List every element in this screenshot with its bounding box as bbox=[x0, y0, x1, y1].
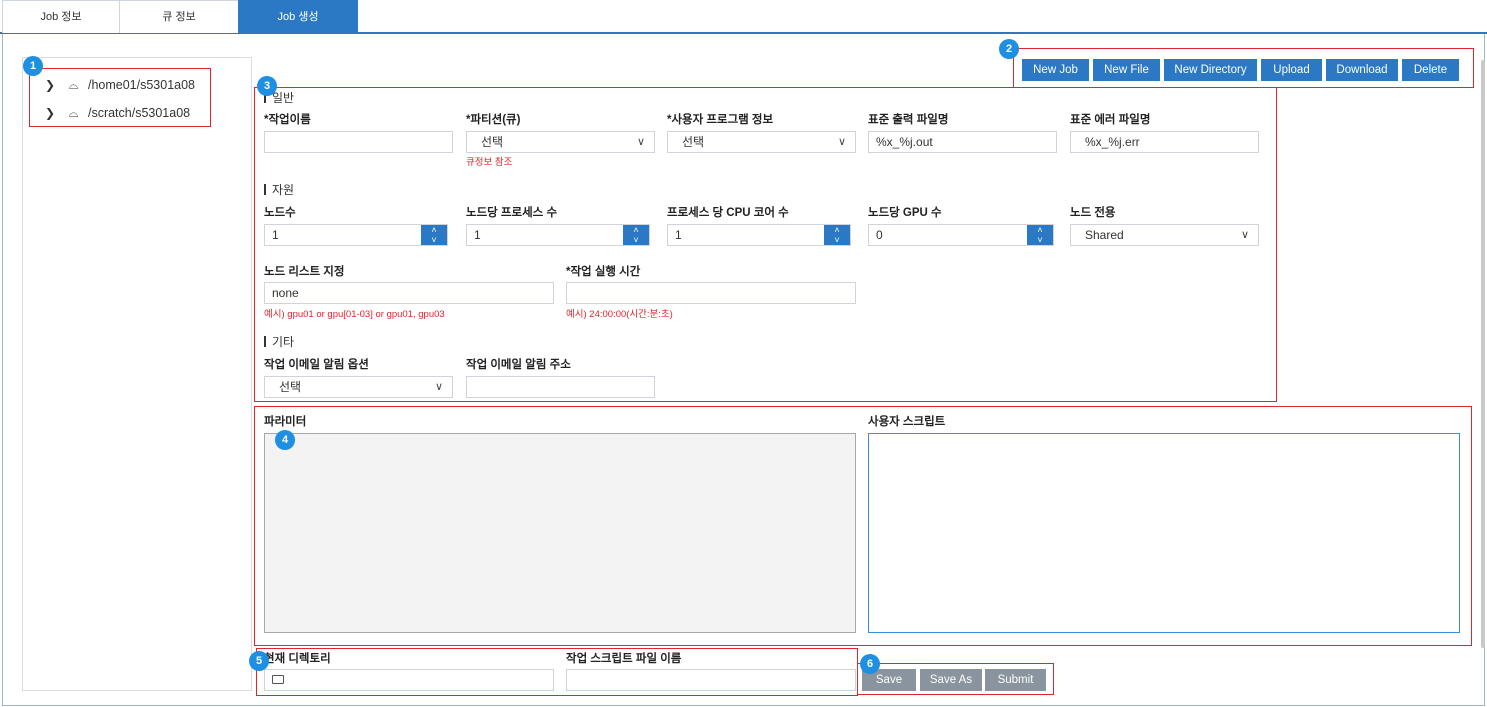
stderr-label: 표준 에러 파일명 bbox=[1070, 114, 1151, 126]
current-dir-input[interactable] bbox=[264, 669, 554, 691]
script-file-input[interactable] bbox=[566, 669, 856, 691]
chevron-right-icon[interactable]: ❯ bbox=[45, 74, 59, 96]
tree-item-label: /home01/s5301a08 bbox=[87, 78, 195, 92]
exclusive-label: 노드 전용 bbox=[1070, 207, 1116, 219]
tree-item-label: /scratch/s5301a08 bbox=[87, 106, 191, 120]
nodelist-label: 노드 리스트 지정 bbox=[264, 266, 345, 278]
job-name-label: *작업이름 bbox=[264, 114, 311, 126]
cores-value: 1 bbox=[675, 228, 682, 242]
email-option-label: 작업 이메일 알림 옵션 bbox=[264, 359, 369, 371]
nodes-label: 노드수 bbox=[264, 207, 296, 219]
chevron-down-icon: ∨ bbox=[434, 381, 443, 393]
nodes-stepper[interactable]: 1 ˄ ˅ bbox=[264, 224, 448, 246]
upload-button[interactable]: Upload bbox=[1261, 59, 1322, 81]
tab-bar: Job 정보 큐 정보 Job 생성 bbox=[0, 0, 1487, 34]
procs-value: 1 bbox=[474, 228, 481, 242]
script-textarea[interactable] bbox=[868, 433, 1460, 633]
email-option-selected: 선택 bbox=[279, 380, 302, 394]
chevron-down-icon: ∨ bbox=[837, 136, 846, 148]
gpus-label: 노드당 GPU 수 bbox=[868, 207, 942, 219]
tab-job-create[interactable]: Job 생성 bbox=[238, 0, 358, 33]
stdout-label: 표준 출력 파일명 bbox=[868, 114, 949, 126]
script-label: 사용자 스크립트 bbox=[868, 416, 946, 428]
drive-icon: ⌓ bbox=[68, 78, 79, 92]
cores-stepper[interactable]: 1 ˄ ˅ bbox=[667, 224, 851, 246]
stderr-input[interactable]: %x_%j.err bbox=[1070, 131, 1259, 153]
partition-hint: 큐정보 참조 bbox=[466, 157, 513, 168]
runtime-input[interactable] bbox=[566, 282, 856, 304]
new-job-button[interactable]: New Job bbox=[1022, 59, 1089, 81]
badge-5: 5 bbox=[249, 651, 269, 671]
program-select[interactable]: 선택 ∨ bbox=[667, 131, 856, 153]
badge-4: 4 bbox=[275, 430, 295, 450]
email-address-label: 작업 이메일 알림 주소 bbox=[466, 359, 571, 371]
stepper-arrows-icon[interactable]: ˄ ˅ bbox=[623, 225, 649, 245]
tree-item-scratch[interactable]: ❯ ⌓ /scratch/s5301a08 bbox=[45, 102, 190, 124]
cores-label: 프로세스 당 CPU 코어 수 bbox=[667, 207, 789, 219]
tab-job-info[interactable]: Job 정보 bbox=[2, 0, 120, 33]
stepper-arrows-icon[interactable]: ˄ ˅ bbox=[824, 225, 850, 245]
program-label: *사용자 프로그램 정보 bbox=[667, 114, 774, 126]
runtime-hint: 예시) 24:00:00(시간:분:초) bbox=[566, 309, 673, 320]
chevron-down-icon: ∨ bbox=[636, 136, 645, 148]
download-button[interactable]: Download bbox=[1326, 59, 1398, 81]
parameters-textarea[interactable] bbox=[264, 433, 856, 633]
stepper-arrows-icon[interactable]: ˄ ˅ bbox=[421, 225, 447, 245]
job-name-input[interactable] bbox=[264, 131, 453, 153]
email-address-input[interactable] bbox=[466, 376, 655, 398]
procs-label: 노드당 프로세스 수 bbox=[466, 207, 558, 219]
email-option-select[interactable]: 선택 ∨ bbox=[264, 376, 453, 398]
nodelist-input[interactable]: none bbox=[264, 282, 554, 304]
stdout-input[interactable]: %x_%j.out bbox=[868, 131, 1057, 153]
partition-selected: 선택 bbox=[481, 135, 504, 149]
partition-select[interactable]: 선택 ∨ bbox=[466, 131, 655, 153]
section-other-title: 기타 bbox=[264, 333, 294, 350]
new-directory-button[interactable]: New Directory bbox=[1164, 59, 1257, 81]
nodes-value: 1 bbox=[272, 228, 279, 242]
badge-1: 1 bbox=[23, 56, 43, 76]
chevron-right-icon[interactable]: ❯ bbox=[45, 102, 59, 124]
program-selected: 선택 bbox=[682, 135, 705, 149]
nodelist-hint: 예시) gpu01 or gpu[01-03] or gpu01, gpu03 bbox=[264, 309, 445, 320]
badge-2: 2 bbox=[999, 39, 1019, 59]
partition-label: *파티션(큐) bbox=[466, 114, 521, 126]
badge-6: 6 bbox=[860, 654, 880, 674]
section-resources-title: 자원 bbox=[264, 181, 294, 198]
delete-button[interactable]: Delete bbox=[1402, 59, 1459, 81]
save-as-button[interactable]: Save As bbox=[920, 669, 982, 691]
gpus-stepper[interactable]: 0 ˄ ˅ bbox=[868, 224, 1054, 246]
exclusive-select[interactable]: Shared ∨ bbox=[1070, 224, 1259, 246]
exclusive-selected: Shared bbox=[1085, 228, 1124, 242]
script-file-label: 작업 스크립트 파일 이름 bbox=[566, 653, 682, 665]
file-tree-panel bbox=[22, 57, 252, 691]
chevron-down-icon: ∨ bbox=[1240, 229, 1249, 241]
drive-icon: ⌓ bbox=[68, 106, 79, 120]
parameters-label: 파라미터 bbox=[264, 416, 307, 428]
current-dir-label: 현재 디렉토리 bbox=[264, 653, 331, 665]
procs-stepper[interactable]: 1 ˄ ˅ bbox=[466, 224, 650, 246]
runtime-label: *작업 실행 시간 bbox=[566, 266, 641, 278]
tab-queue-info[interactable]: 큐 정보 bbox=[119, 0, 239, 33]
tree-item-home[interactable]: ❯ ⌓ /home01/s5301a08 bbox=[45, 74, 195, 96]
submit-button[interactable]: Submit bbox=[985, 669, 1046, 691]
vertical-scrollbar[interactable] bbox=[1481, 60, 1485, 648]
badge-3: 3 bbox=[257, 76, 277, 96]
folder-icon bbox=[272, 675, 284, 684]
gpus-value: 0 bbox=[876, 228, 883, 242]
new-file-button[interactable]: New File bbox=[1093, 59, 1160, 81]
stepper-arrows-icon[interactable]: ˄ ˅ bbox=[1027, 225, 1053, 245]
